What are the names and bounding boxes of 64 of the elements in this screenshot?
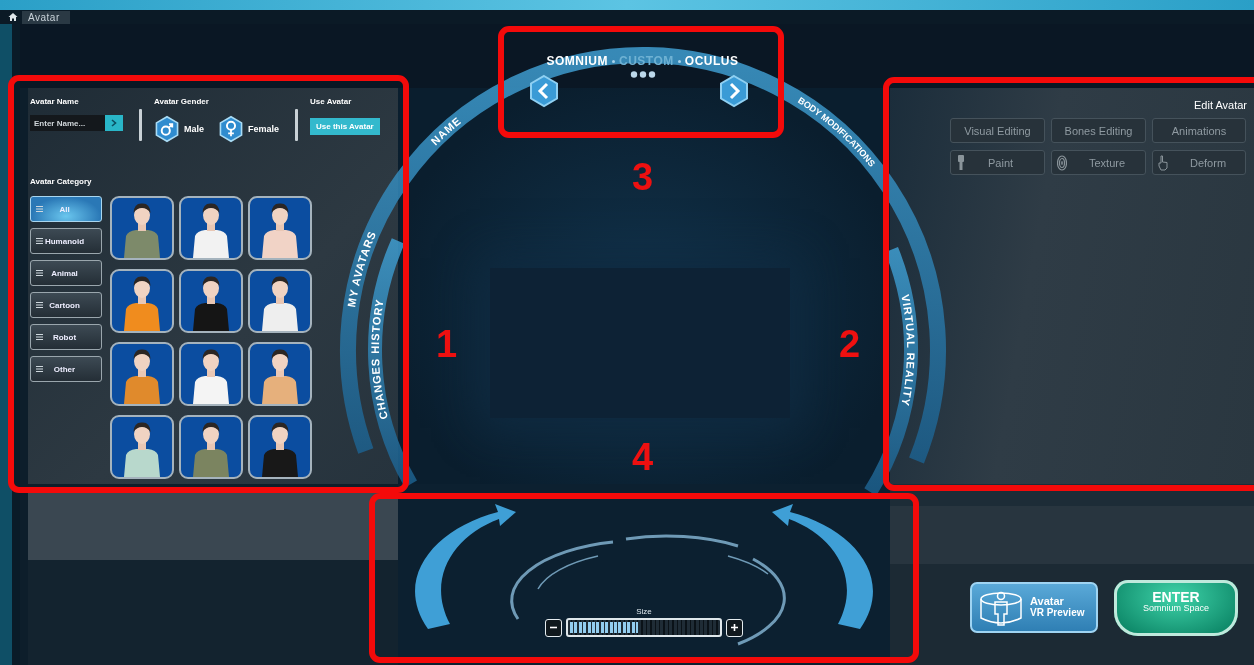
avatar-thumbnail[interactable]: [110, 196, 174, 260]
list-icon: [36, 238, 43, 244]
category-button[interactable]: Robot: [30, 324, 102, 350]
mode-button[interactable]: Visual Editing: [950, 118, 1045, 143]
next-button[interactable]: [718, 74, 750, 108]
avatar-thumbnail[interactable]: [179, 269, 243, 333]
chevron-right-icon[interactable]: [111, 119, 117, 127]
page-dots-icon: [629, 71, 656, 78]
category-button[interactable]: Cartoon: [30, 292, 102, 318]
vr-preview-button[interactable]: Avatar VR Preview: [970, 582, 1098, 633]
tool-button[interactable]: Texture: [1051, 150, 1146, 175]
tool-button[interactable]: Deform: [1152, 150, 1246, 175]
enter-button[interactable]: ENTER Somnium Space: [1114, 580, 1238, 636]
avatar-thumbnail[interactable]: [110, 415, 174, 479]
increase-button[interactable]: [726, 618, 743, 637]
annotation-number: 1: [436, 325, 458, 363]
avatar-thumbnail[interactable]: [248, 342, 312, 406]
avatar-thumbnail[interactable]: [179, 196, 243, 260]
list-icon: [36, 334, 43, 340]
size-slider[interactable]: [566, 618, 722, 637]
platform-option[interactable]: SOMNIUM: [546, 54, 608, 68]
brush-icon: [956, 154, 966, 171]
category-button[interactable]: Animal: [30, 260, 102, 286]
avatar-thumbnail[interactable]: [179, 342, 243, 406]
avatar-thumbnail[interactable]: [248, 415, 312, 479]
gender-option[interactable]: Female: [218, 115, 280, 143]
avatar-thumbnail[interactable]: [179, 415, 243, 479]
category-button[interactable]: Humanoid: [30, 228, 102, 254]
annotation-number: 3: [632, 158, 654, 196]
panel-title: Edit Avatar: [1193, 99, 1247, 111]
tool-button[interactable]: Paint: [950, 150, 1045, 175]
list-icon: [36, 270, 43, 276]
home-icon[interactable]: [8, 12, 18, 22]
chevron-left-icon: [528, 74, 560, 108]
field-label: Use Avatar: [310, 97, 353, 106]
female-symbol-icon: [218, 115, 244, 143]
curved-arrow-icon[interactable]: [772, 504, 873, 629]
platform-option[interactable]: OCULUS: [684, 54, 739, 68]
field-label: Avatar Name: [30, 97, 80, 106]
avatar-thumbnail[interactable]: [110, 269, 174, 333]
previous-button[interactable]: [528, 74, 560, 108]
chevron-right-icon: [718, 74, 750, 108]
male-symbol-icon: [154, 115, 180, 143]
category-button[interactable]: Other: [30, 356, 102, 382]
pointing-hand-icon: [1158, 154, 1168, 171]
list-icon: [36, 206, 43, 212]
breadcrumb-tab[interactable]: Avatar: [22, 10, 70, 24]
mode-button[interactable]: Bones Editing: [1051, 118, 1146, 143]
avatar-thumbnail[interactable]: [248, 196, 312, 260]
annotation-number: 2: [839, 325, 861, 363]
slider-label: Size: [636, 607, 652, 616]
list-icon: [36, 302, 43, 308]
annotation-number: 4: [632, 438, 654, 476]
field-label: Avatar Gender: [154, 97, 210, 106]
list-icon: [36, 366, 43, 372]
gender-option[interactable]: Male: [154, 115, 204, 143]
curved-arrow-icon[interactable]: [415, 504, 516, 629]
plus-icon: [730, 623, 739, 632]
section-label: Avatar Category: [30, 177, 93, 186]
avatar-thumbnail[interactable]: [110, 342, 174, 406]
avatar-thumbnail[interactable]: [248, 269, 312, 333]
mode-button[interactable]: Animations: [1152, 118, 1246, 143]
decrease-button[interactable]: [545, 618, 562, 637]
fingerprint-icon: [1057, 154, 1067, 171]
